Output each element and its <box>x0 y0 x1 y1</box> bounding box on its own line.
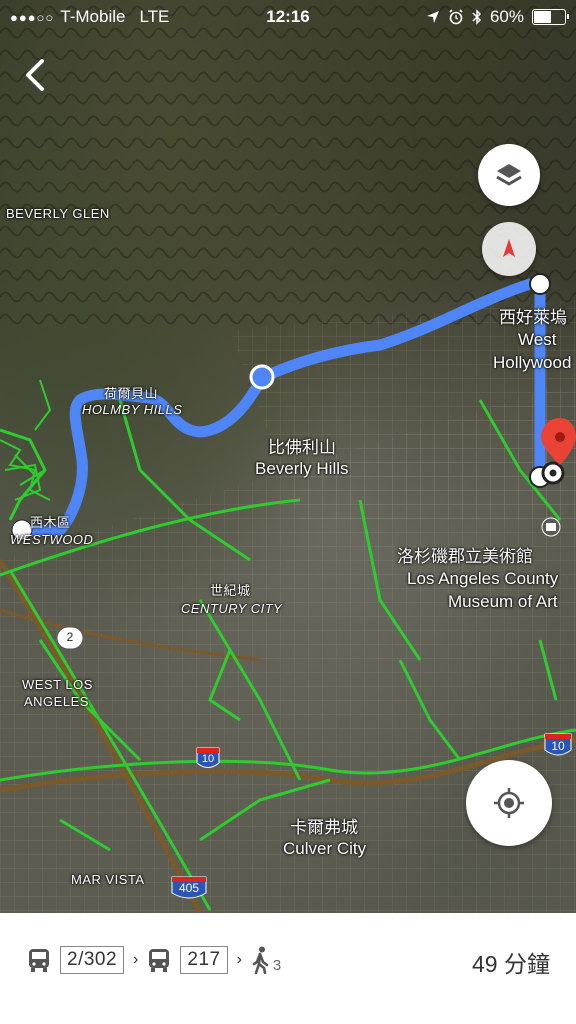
back-button[interactable] <box>18 55 52 95</box>
compass-icon <box>503 239 515 257</box>
route-steps[interactable]: 2/302 › 217 › 3 <box>27 940 281 980</box>
bus-icon <box>29 949 49 972</box>
battery-icon <box>532 9 569 25</box>
label-west-la-1: WEST LOS <box>22 677 93 692</box>
bus-icon <box>149 949 170 972</box>
walk-count: 3 <box>272 957 282 974</box>
my-location-button[interactable] <box>466 760 552 846</box>
label-west-hollywood-1: West <box>518 330 557 349</box>
label-holmby-hills: HOLMBY HILLS <box>82 402 183 417</box>
label-west-la-2: ANGELES <box>24 694 89 709</box>
label-lacma-1: Los Angeles County <box>407 569 559 588</box>
label-beverly-hills: Beverly Hills <box>255 459 349 478</box>
layers-icon <box>496 164 522 186</box>
walking-icon <box>252 946 269 974</box>
label-westwood: WESTWOOD <box>10 532 94 547</box>
status-right: 60% <box>426 7 569 27</box>
transfer-stop-icon <box>249 364 275 390</box>
label-culver-city-zh: 卡爾弗城 <box>290 818 358 837</box>
label-beverly-glen: BEVERLY GLEN <box>6 206 110 221</box>
label-west-hollywood-zh: 西好萊塢 <box>499 308 567 327</box>
status-bar: ●●●○○ T-Mobile LTE 12:16 60% <box>0 0 576 34</box>
chevron-left-icon <box>26 59 44 91</box>
i405-label: 405 <box>178 881 200 895</box>
label-century-city-zh: 世紀城 <box>210 583 251 598</box>
label-westwood-zh: 西木區 <box>30 515 71 530</box>
my-location-icon <box>494 788 524 818</box>
chevron-right-icon: › <box>133 951 139 968</box>
label-culver-city: Culver City <box>283 839 367 858</box>
layers-button[interactable] <box>478 144 540 206</box>
label-beverly-hills-zh: 比佛利山 <box>268 438 336 457</box>
bluetooth-icon <box>472 9 482 25</box>
label-lacma-zh: 洛杉磯郡立美術館 <box>397 547 533 566</box>
bus-route-2: 217 <box>180 946 228 974</box>
walk-step: 3 <box>251 946 281 974</box>
battery-percent: 60% <box>489 7 524 26</box>
alarm-icon <box>449 9 463 25</box>
i10-label-b: 10 <box>551 739 565 753</box>
westwood-campus-paths <box>0 379 52 501</box>
route-2-label: 2 <box>66 630 74 644</box>
bus-route-1: 2/302 <box>60 946 125 974</box>
trip-duration: 49 分鐘 <box>472 951 550 977</box>
label-lacma-2: Museum of Art <box>448 592 558 611</box>
label-mar-vista: MAR VISTA <box>71 872 145 887</box>
label-holmby-hills-zh: 荷爾貝山 <box>104 386 159 401</box>
location-arrow-icon <box>426 11 439 23</box>
i10-label-a: 10 <box>201 753 215 765</box>
chevron-right-icon: › <box>236 951 242 968</box>
label-west-hollywood-2: Hollywood <box>493 353 572 372</box>
compass-button[interactable] <box>482 222 536 276</box>
route-start-icon <box>529 273 551 295</box>
label-century-city: CENTURY CITY <box>181 601 283 616</box>
